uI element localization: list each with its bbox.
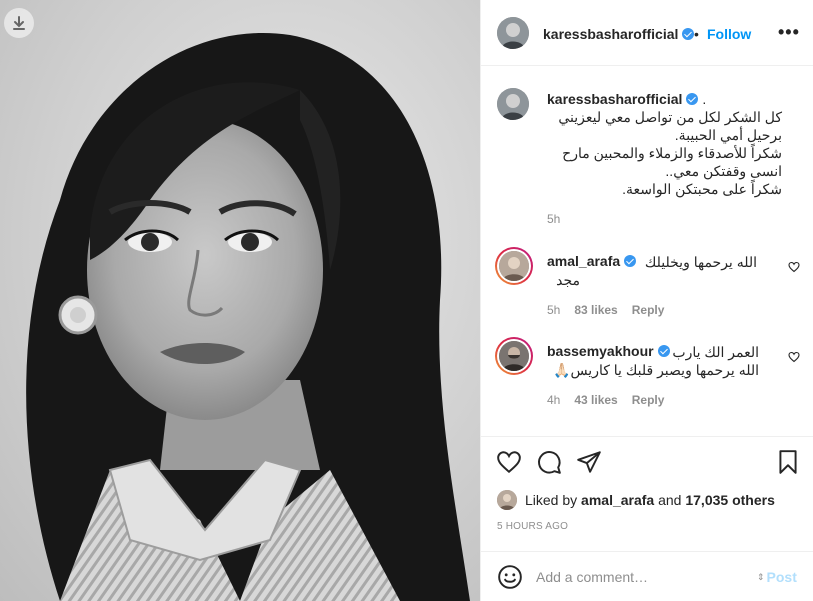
commenter-avatar-image: [499, 251, 529, 281]
caption-text: كل الشكر لكل من تواصل معي ليعزيني برحيل …: [547, 108, 782, 198]
heart-icon[interactable]: [788, 351, 800, 363]
commenter-avatar: [499, 341, 529, 371]
caption-timestamp: 5h: [547, 212, 561, 226]
comment-input[interactable]: [536, 567, 751, 587]
caption-line: شكراً للأصدقاء والزملاء والمحبين مارح: [562, 145, 782, 161]
post-button[interactable]: ⇕ Post: [757, 569, 797, 585]
comment-icon[interactable]: [536, 449, 562, 475]
comment-line: مجد: [556, 272, 580, 288]
caption-author-avatar[interactable]: [497, 88, 529, 120]
commenter-avatar-image: [499, 341, 529, 371]
liker-avatar[interactable]: [497, 490, 517, 510]
comment-text: الله يرحمها ويخليلك: [547, 253, 757, 271]
caption-line: انسى وقفتكن معي..: [665, 163, 782, 179]
caption-username[interactable]: karessbasharofficial.: [547, 91, 706, 107]
comment-text-continuation: الله يرحمها ويصبر قلبك يا كاريس🙏🏻: [547, 361, 759, 379]
share-icon[interactable]: [576, 449, 602, 475]
liked-by-row: Liked by amal_arafa and 17,035 others: [497, 490, 807, 510]
heart-icon[interactable]: [496, 449, 522, 475]
comment-text: العمر الك يارب: [651, 343, 759, 361]
more-options-icon[interactable]: •••: [778, 22, 800, 43]
liked-by-user[interactable]: amal_arafa: [581, 492, 654, 508]
heart-icon[interactable]: [788, 261, 800, 273]
liked-by-prefix: Liked by: [525, 492, 578, 508]
verified-badge-icon: [686, 93, 699, 105]
caption-line: كل الشكر لكل من تواصل معي ليعزيني: [558, 109, 782, 125]
caption-line: شكراً على محبتكن الواسعة.: [622, 181, 782, 197]
download-icon: [13, 16, 25, 30]
liked-by-others[interactable]: 17,035 others: [685, 492, 775, 508]
reply-button[interactable]: Reply: [632, 393, 665, 407]
liked-by-and: and: [658, 492, 682, 508]
caption-trailing: .: [702, 91, 707, 107]
separator-dot: •: [694, 26, 699, 42]
author-avatar-image: [497, 17, 529, 49]
scroll-arrows-icon: ⇕: [757, 571, 765, 582]
commenter-avatar-ring[interactable]: [495, 247, 533, 285]
comment-time: 5h: [547, 303, 561, 317]
caption-line: برحيل أمي الحبيبة.: [674, 127, 782, 143]
post-timestamp[interactable]: 5 HOURS AGO: [497, 521, 568, 532]
comment-meta: 5h 83 likes Reply: [547, 303, 678, 317]
post-button-label: Post: [766, 569, 797, 585]
portrait-image: [26, 32, 470, 601]
author-username[interactable]: karessbasharofficial: [543, 26, 695, 42]
author-username-text: karessbasharofficial: [543, 26, 679, 42]
verified-badge-icon: [682, 28, 695, 40]
comment-line: الله يرحمها ويخليلك: [644, 254, 757, 270]
comment-line: العمر الك يارب: [672, 344, 759, 360]
follow-button[interactable]: Follow: [707, 26, 751, 42]
comment-line: الله يرحمها ويصبر قلبك يا كاريس🙏🏻: [553, 362, 759, 378]
liked-by-text: Liked by amal_arafa and 17,035 others: [525, 492, 775, 508]
caption-username-text: karessbasharofficial: [547, 91, 683, 107]
comment-meta: 4h 43 likes Reply: [547, 393, 678, 407]
reply-button[interactable]: Reply: [632, 303, 665, 317]
caption-avatar-image: [497, 88, 529, 120]
post-header: karessbasharofficial • Follow •••: [481, 0, 813, 66]
comment-item: amal_arafa الله يرحمها ويخليلك مجد 5h 83 …: [481, 245, 813, 325]
comment-text-continuation: مجد: [547, 271, 580, 289]
commenter-avatar-ring[interactable]: [495, 337, 533, 375]
post-photo[interactable]: [0, 0, 480, 601]
bookmark-icon[interactable]: [775, 449, 801, 475]
liker-avatar-image: [497, 490, 517, 510]
add-comment-bar: ⇕ Post: [481, 551, 813, 601]
comment-likes[interactable]: 43 likes: [574, 393, 617, 407]
comment-likes[interactable]: 83 likes: [574, 303, 617, 317]
download-button[interactable]: [4, 8, 34, 38]
comment-item: bassemyakhour العمر الك يارب الله يرحمها…: [481, 335, 813, 415]
author-avatar[interactable]: [497, 17, 529, 49]
commenter-username-text: bassemyakhour: [547, 343, 654, 359]
commenter-avatar: [499, 251, 529, 281]
post-side-panel: karessbasharofficial • Follow ••• karess…: [480, 0, 813, 601]
comment-time: 4h: [547, 393, 561, 407]
action-bar: [481, 436, 813, 482]
emoji-icon[interactable]: [497, 564, 523, 590]
